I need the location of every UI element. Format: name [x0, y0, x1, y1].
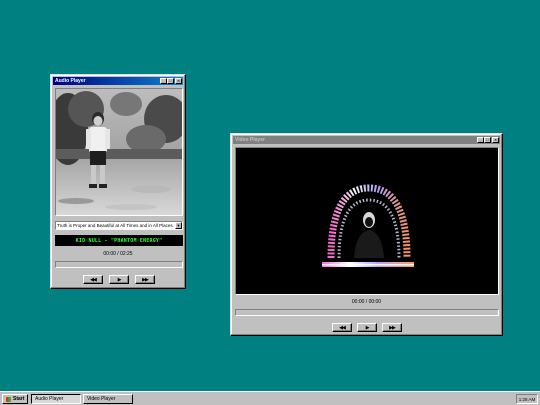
video-player-title: Video Player	[235, 137, 265, 143]
close-button[interactable]: ×	[175, 78, 182, 84]
rewind-icon: ◀◀	[90, 276, 97, 283]
fast-forward-icon: ▶▶	[142, 276, 149, 283]
now-playing-text: KID NULL - "PHANTOM ENERGY"	[75, 237, 163, 244]
rewind-button[interactable]: ◀◀	[83, 275, 103, 284]
album-artwork	[55, 88, 183, 216]
maximize-button[interactable]: □	[167, 78, 174, 84]
video-time-readout: 00:00 / 00:00	[351, 299, 382, 305]
minimize-button[interactable]: _	[160, 78, 167, 84]
audio-player-titlebar[interactable]: Audio Player _ □ ×	[53, 77, 183, 85]
album-photo	[56, 89, 182, 215]
track-select-value: Truth is Proper and Beautiful at All Tim…	[57, 223, 173, 228]
chevron-down-icon[interactable]: ▼	[175, 222, 182, 229]
video-progress-bar[interactable]	[235, 309, 499, 316]
minimize-button[interactable]: _	[477, 137, 484, 143]
taskbar-item-label: Audio Player	[35, 396, 64, 402]
taskbar: Start Audio Player Video Player 1:28 AM	[0, 391, 540, 405]
system-tray: 1:28 AM	[516, 394, 538, 404]
play-button[interactable]: ▶	[357, 323, 377, 332]
audio-player-window: Audio Player _ □ × Truth is Proper and B…	[50, 74, 186, 289]
start-button[interactable]: Start	[2, 394, 28, 404]
maximize-button[interactable]: □	[484, 137, 491, 143]
taskbar-item-audio-player[interactable]: Audio Player	[31, 394, 81, 404]
video-frame	[322, 184, 414, 267]
audio-progress-bar[interactable]	[55, 261, 183, 268]
taskbar-item-label: Video Player	[87, 396, 116, 402]
play-icon: ▶	[117, 276, 122, 283]
rewind-icon: ◀◀	[339, 324, 346, 331]
fast-forward-button[interactable]: ▶▶	[382, 323, 402, 332]
play-icon: ▶	[365, 324, 370, 331]
start-label: Start	[13, 396, 25, 402]
fast-forward-icon: ▶▶	[389, 324, 396, 331]
windows-logo-icon	[6, 396, 11, 402]
video-viewport[interactable]	[235, 147, 499, 295]
audio-time-readout: 00:00 / 02:25	[103, 251, 133, 257]
video-player-titlebar[interactable]: Video Player _ □ ×	[233, 136, 500, 144]
now-playing-display: KID NULL - "PHANTOM ENERGY"	[55, 235, 183, 246]
video-player-window: Video Player _ □ × 00:00 / 00:00 ◀◀ ▶ ▶▶	[230, 133, 503, 336]
track-select[interactable]: Truth is Proper and Beautiful at All Tim…	[55, 221, 183, 230]
play-button[interactable]: ▶	[109, 275, 129, 284]
taskbar-item-video-player[interactable]: Video Player	[83, 394, 133, 404]
audio-player-title: Audio Player	[55, 78, 86, 84]
rewind-button[interactable]: ◀◀	[332, 323, 352, 332]
fast-forward-button[interactable]: ▶▶	[135, 275, 155, 284]
clock[interactable]: 1:28 AM	[519, 397, 536, 402]
close-button[interactable]: ×	[492, 137, 499, 143]
